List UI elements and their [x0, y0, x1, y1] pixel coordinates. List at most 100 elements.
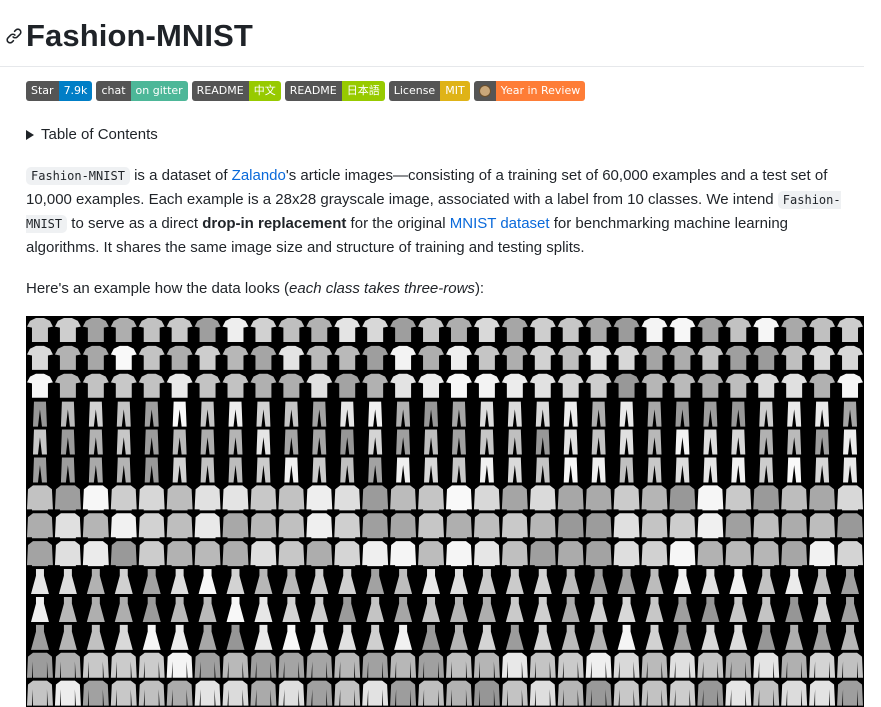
trouser-thumbnail [424, 429, 439, 455]
pullover-thumbnail [781, 485, 808, 511]
dress-thumbnail [142, 569, 161, 595]
year-in-review-badge[interactable]: Year in Review [473, 81, 586, 101]
coat-thumbnail [641, 680, 668, 706]
pullover-thumbnail [362, 513, 389, 539]
trouser-thumbnail [340, 429, 355, 455]
tshirt-thumbnail [781, 373, 808, 398]
zalando-link[interactable]: Zalando [232, 167, 286, 184]
link-anchor-icon[interactable] [5, 27, 23, 45]
dress-thumbnail [226, 596, 245, 622]
tshirt-thumbnail [82, 373, 109, 398]
tshirt-thumbnail [697, 373, 724, 398]
dress-thumbnail [422, 624, 441, 650]
badge-value: on gitter [130, 81, 188, 101]
trouser-thumbnail [340, 457, 355, 483]
tshirt-thumbnail [669, 373, 696, 398]
readme-japanese-badge[interactable]: README 日本語 [284, 81, 385, 101]
gitter-chat-badge[interactable]: chat on gitter [96, 81, 188, 101]
coat-thumbnail [473, 680, 500, 706]
pullover-thumbnail [809, 485, 836, 511]
trouser-thumbnail [647, 429, 662, 455]
pullover-thumbnail [250, 485, 277, 511]
trouser-thumbnail [451, 401, 466, 427]
pullover-thumbnail [82, 513, 109, 539]
pullover-thumbnail [166, 485, 193, 511]
tshirt-thumbnail [613, 317, 640, 342]
dress-thumbnail [366, 624, 385, 650]
table-of-contents-toggle[interactable]: Table of Contents [26, 126, 158, 143]
coat-thumbnail [166, 652, 193, 678]
pullover-thumbnail [250, 513, 277, 539]
dress-thumbnail [58, 596, 77, 622]
tshirt-thumbnail [278, 373, 305, 398]
trouser-thumbnail [619, 457, 634, 483]
dress-thumbnail [757, 569, 776, 595]
pullover-thumbnail [278, 485, 305, 511]
tshirt-thumbnail [641, 373, 668, 398]
pullover-thumbnail [194, 513, 221, 539]
pullover-thumbnail [138, 485, 165, 511]
dress-thumbnail [114, 569, 133, 595]
dress-thumbnail [282, 569, 301, 595]
pullover-thumbnail [725, 541, 752, 567]
tshirt-thumbnail [725, 373, 752, 398]
coat-thumbnail [613, 652, 640, 678]
trouser-thumbnail [675, 401, 690, 427]
pullover-thumbnail [166, 541, 193, 567]
pullover-thumbnail [529, 541, 556, 567]
tshirt-thumbnail [473, 373, 500, 398]
dress-thumbnail [449, 624, 468, 650]
pullover-thumbnail [334, 541, 361, 567]
pullover-thumbnail [334, 513, 361, 539]
tshirt-thumbnail [725, 317, 752, 342]
coat-thumbnail [110, 680, 137, 706]
tshirt-thumbnail [166, 373, 193, 398]
tshirt-thumbnail [222, 373, 249, 398]
tshirt-thumbnail [194, 373, 221, 398]
trouser-thumbnail [787, 457, 802, 483]
pullover-thumbnail [837, 541, 863, 567]
coat-thumbnail [138, 680, 165, 706]
tshirt-thumbnail [194, 317, 221, 342]
trouser-thumbnail [368, 457, 383, 483]
example-paragraph: Here's an example how the data looks (ea… [26, 277, 864, 301]
dress-thumbnail [170, 569, 189, 595]
trouser-thumbnail [507, 429, 522, 455]
pullover-thumbnail [697, 513, 724, 539]
license-badge[interactable]: License MIT [388, 81, 470, 101]
coat-thumbnail [753, 652, 780, 678]
dress-thumbnail [422, 569, 441, 595]
pullover-thumbnail [529, 513, 556, 539]
dress-thumbnail [310, 596, 329, 622]
trouser-thumbnail [563, 429, 578, 455]
dress-thumbnail [729, 569, 748, 595]
readme-chinese-badge[interactable]: README 中文 [191, 81, 281, 101]
tshirt-thumbnail [557, 345, 584, 370]
tshirt-thumbnail [194, 345, 221, 370]
dress-thumbnail [114, 624, 133, 650]
trouser-thumbnail [424, 401, 439, 427]
coat-thumbnail [194, 680, 221, 706]
coat-thumbnail [501, 680, 528, 706]
coat-thumbnail [390, 680, 417, 706]
mnist-dataset-link[interactable]: MNIST dataset [450, 215, 550, 232]
dress-thumbnail [561, 596, 580, 622]
github-stars-badge[interactable]: Star 7.9k [26, 81, 93, 101]
dress-thumbnail [30, 569, 49, 595]
tshirt-thumbnail [473, 345, 500, 370]
trouser-thumbnail [368, 429, 383, 455]
pullover-thumbnail [194, 541, 221, 567]
trouser-thumbnail [479, 457, 494, 483]
coat-thumbnail [222, 652, 249, 678]
dress-thumbnail [394, 596, 413, 622]
trouser-thumbnail [591, 429, 606, 455]
tshirt-thumbnail [446, 317, 472, 342]
dress-thumbnail [338, 624, 357, 650]
tshirt-thumbnail [138, 373, 165, 398]
dress-thumbnail [58, 624, 77, 650]
tshirt-thumbnail [809, 373, 836, 398]
trouser-thumbnail [60, 429, 75, 455]
dress-thumbnail [477, 624, 496, 650]
tshirt-thumbnail [446, 373, 472, 398]
pullover-thumbnail [390, 485, 417, 511]
